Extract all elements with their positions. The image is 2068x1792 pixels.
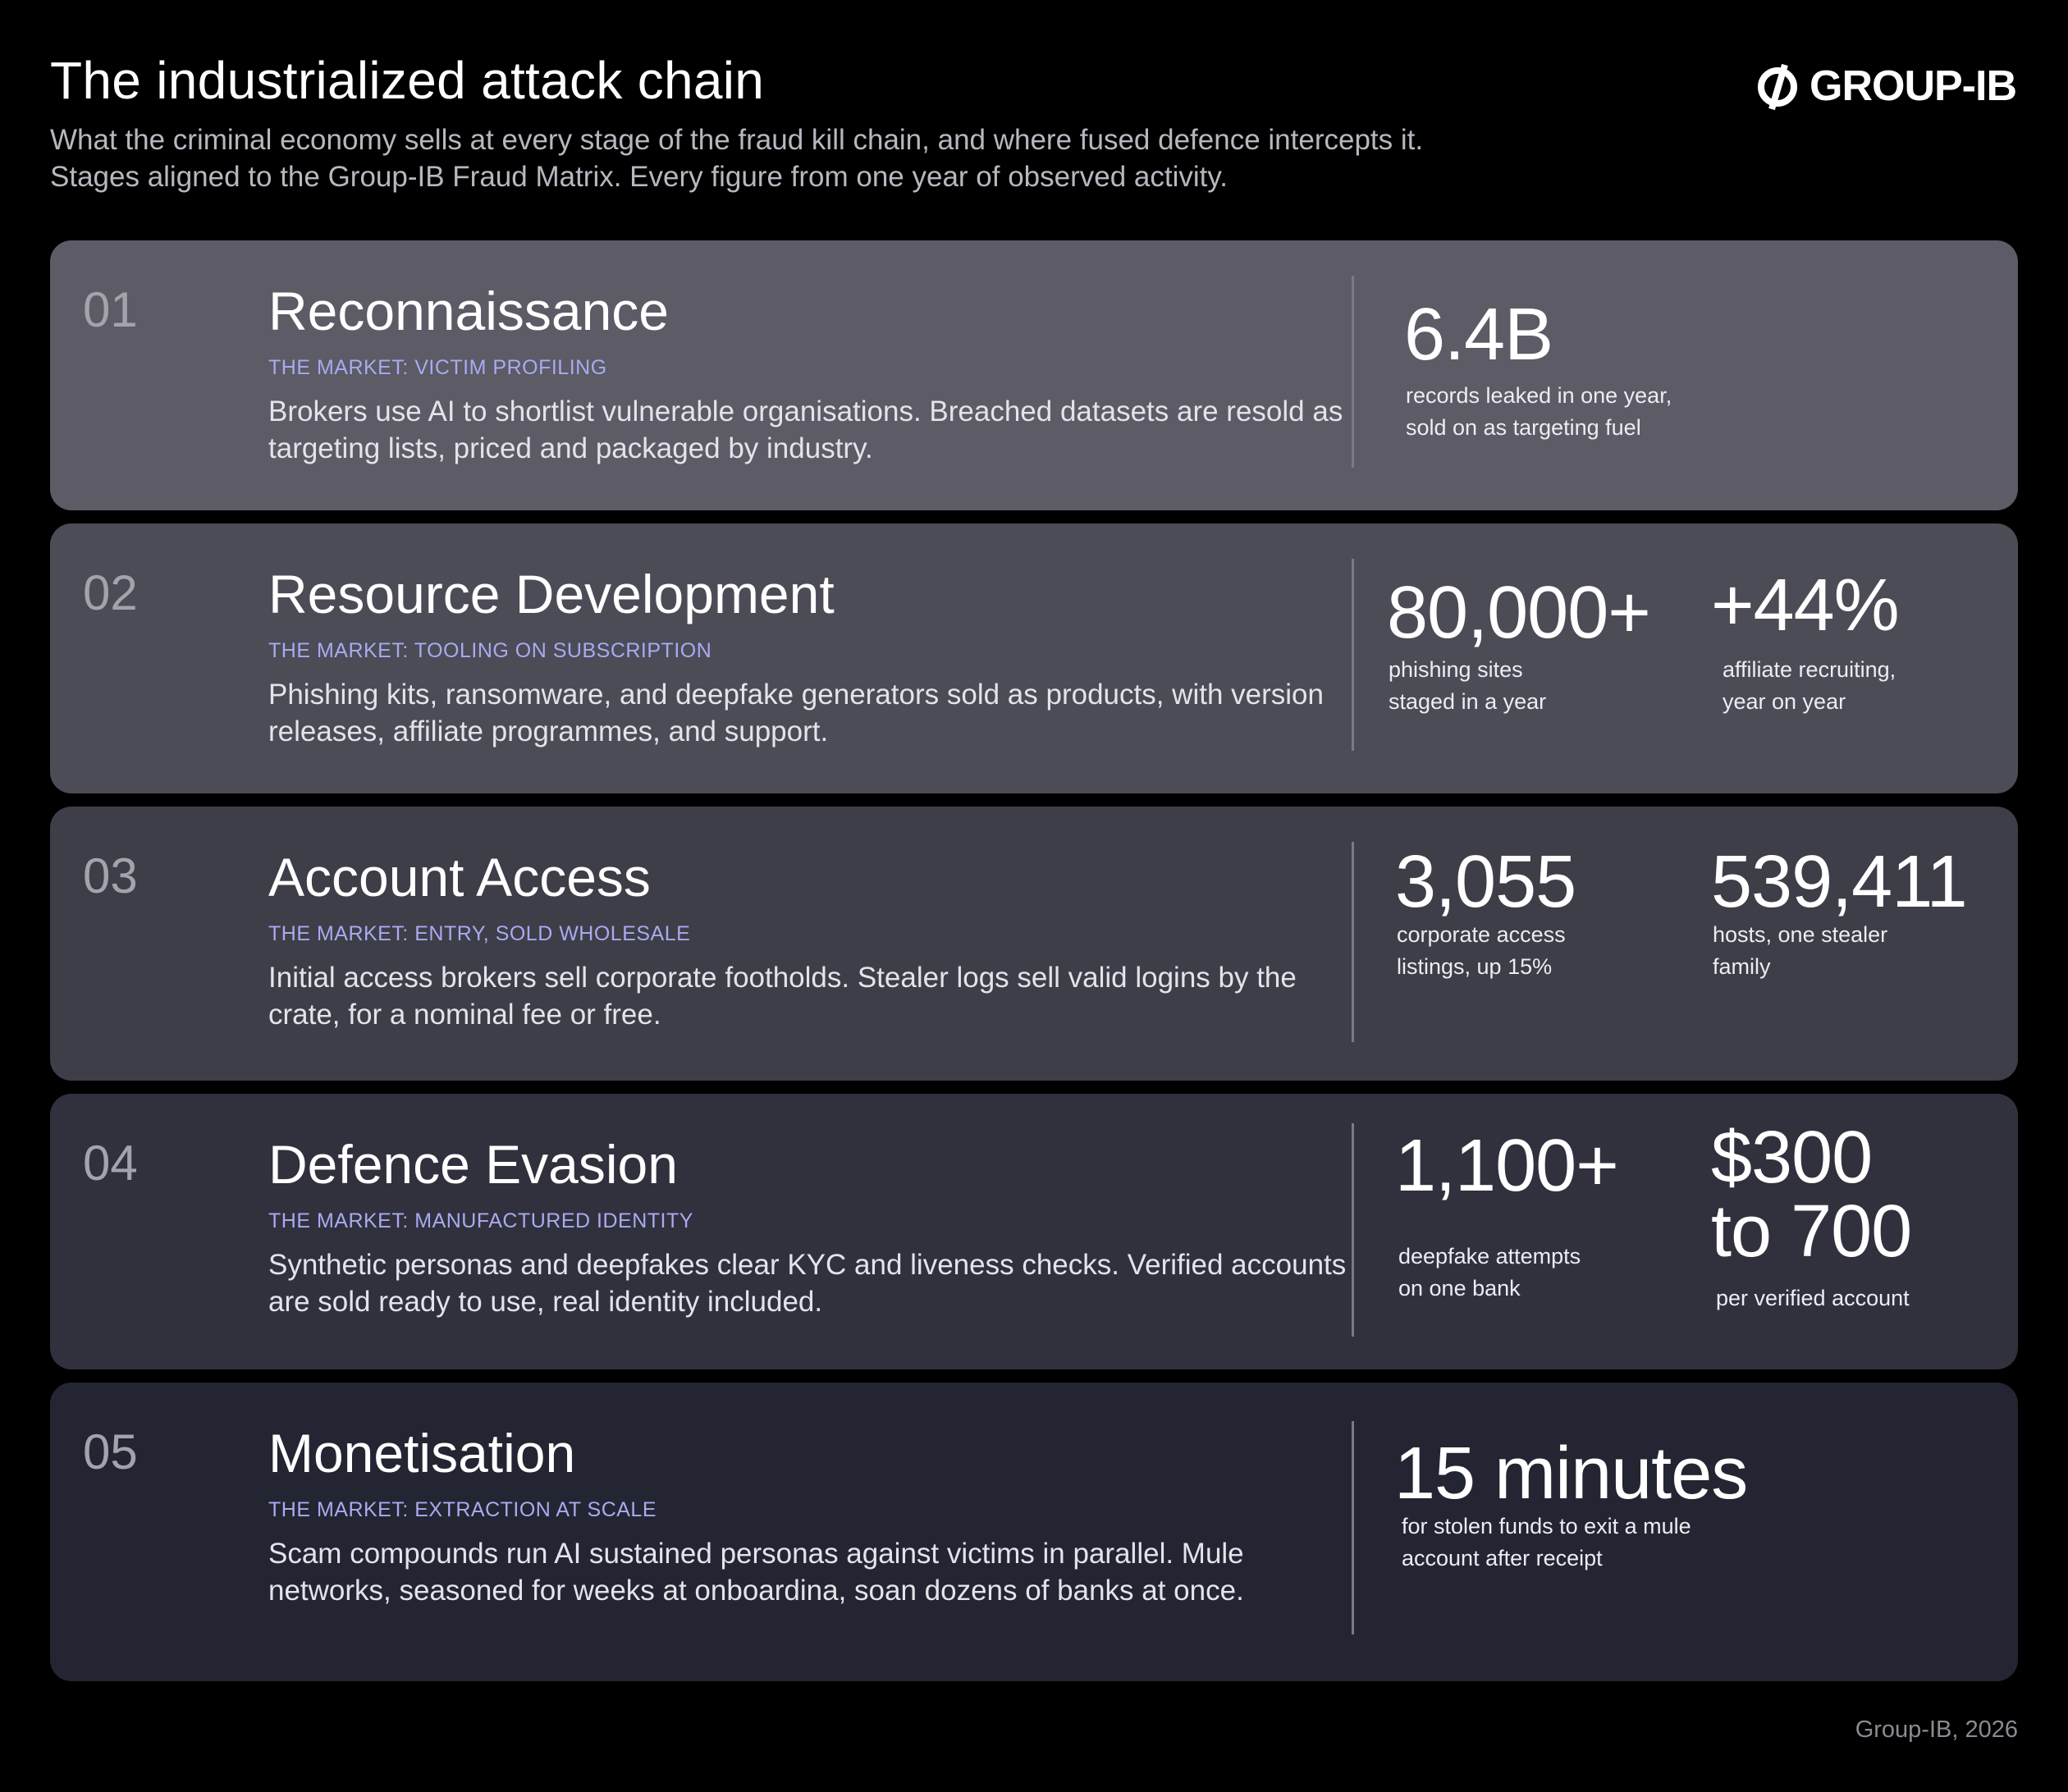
stage-card-resource-development: 02 Resource Development THE MARKET: TOOL… (50, 523, 2018, 793)
stage-number: 04 (83, 1136, 138, 1191)
stage-description: Brokers use AI to shortlist vulnerable o… (268, 395, 1343, 464)
stage-card-reconnaissance: 01 Reconnaissance THE MARKET: VICTIM PRO… (50, 240, 2018, 510)
stage-card-defence-evasion: 04 Defence Evasion THE MARKET: MANUFACTU… (50, 1094, 2018, 1369)
stat-label: phishing sites staged in a year (1389, 657, 1547, 714)
stat-label: affiliate recruiting, year on year (1723, 657, 1896, 714)
stat-value: 80,000+ (1387, 572, 1651, 654)
stage-number: 01 (83, 282, 138, 337)
stat-label: per verified account (1716, 1286, 1910, 1310)
stat-value: 3,055 (1395, 841, 1576, 923)
stage-divider (1352, 842, 1354, 1042)
stage-title: Resource Development (268, 564, 835, 624)
stage-number: 05 (83, 1424, 138, 1479)
stage-title: Account Access (268, 847, 651, 907)
stage-title: Defence Evasion (268, 1134, 678, 1195)
stage-number: 03 (83, 848, 138, 903)
subtitle-line-1: What the criminal economy sells at every… (50, 124, 1424, 156)
stat-value: +44% (1711, 565, 1900, 647)
stat-label: for stolen funds to exit a mule account … (1402, 1514, 1691, 1570)
stat-value: 15 minutes (1394, 1433, 1748, 1515)
stat-value: 6.4B (1404, 294, 1553, 376)
stat-label: hosts, one stealer family (1713, 922, 1888, 979)
stage-card-monetisation: 05 Monetisation THE MARKET: EXTRACTION A… (50, 1383, 2018, 1681)
stage-divider (1352, 276, 1354, 468)
stage-title: Reconnaissance (268, 281, 669, 341)
stage-market-label: THE MARKET: ENTRY, SOLD WHOLESALE (268, 922, 691, 945)
stat-value: 539,411 (1711, 841, 1968, 923)
stat-label: deepfake attempts on one bank (1398, 1244, 1581, 1301)
stage-description: Scam compounds run AI sustained personas… (268, 1538, 1244, 1607)
page-title: The industrialized attack chain (50, 51, 765, 110)
stage-market-label: THE MARKET: EXTRACTION AT SCALE (268, 1498, 657, 1521)
stage-description: Phishing kits, ransomware, and deepfake … (268, 679, 1324, 747)
footer-credit: Group-IB, 2026 (1855, 1717, 2018, 1743)
logo-text: GROUP-IB (1810, 62, 2017, 110)
stat-label: corporate access listings, up 15% (1397, 922, 1566, 979)
stage-divider (1352, 559, 1354, 751)
stage-market-label: THE MARKET: TOOLING ON SUBSCRIPTION (268, 639, 712, 662)
subtitle-line-2: Stages aligned to the Group-IB Fraud Mat… (50, 161, 1228, 193)
stage-card-account-access: 03 Account Access THE MARKET: ENTRY, SOL… (50, 807, 2018, 1081)
group-ib-logo: GROUP-IB (1755, 62, 2017, 111)
stage-market-label: THE MARKET: VICTIM PROFILING (268, 356, 607, 379)
stage-divider (1352, 1123, 1354, 1337)
logo-mark-icon (1758, 63, 1797, 111)
stage-divider (1352, 1421, 1354, 1634)
stage-number: 02 (83, 565, 138, 620)
stat-value-line-2: to 700 (1711, 1191, 1912, 1273)
stage-description: Synthetic personas and deepfakes clear K… (268, 1249, 1347, 1318)
stage-description: Initial access brokers sell corporate fo… (268, 962, 1297, 1031)
stage-market-label: THE MARKET: MANUFACTURED IDENTITY (268, 1209, 693, 1232)
stat-label: records leaked in one year, sold on as t… (1406, 383, 1672, 440)
stat-value-line-1: $300 (1711, 1117, 1873, 1199)
stage-title: Monetisation (268, 1423, 576, 1483)
page-subtitle: What the criminal economy sells at every… (50, 121, 1423, 195)
stat-value: 1,100+ (1395, 1125, 1619, 1207)
